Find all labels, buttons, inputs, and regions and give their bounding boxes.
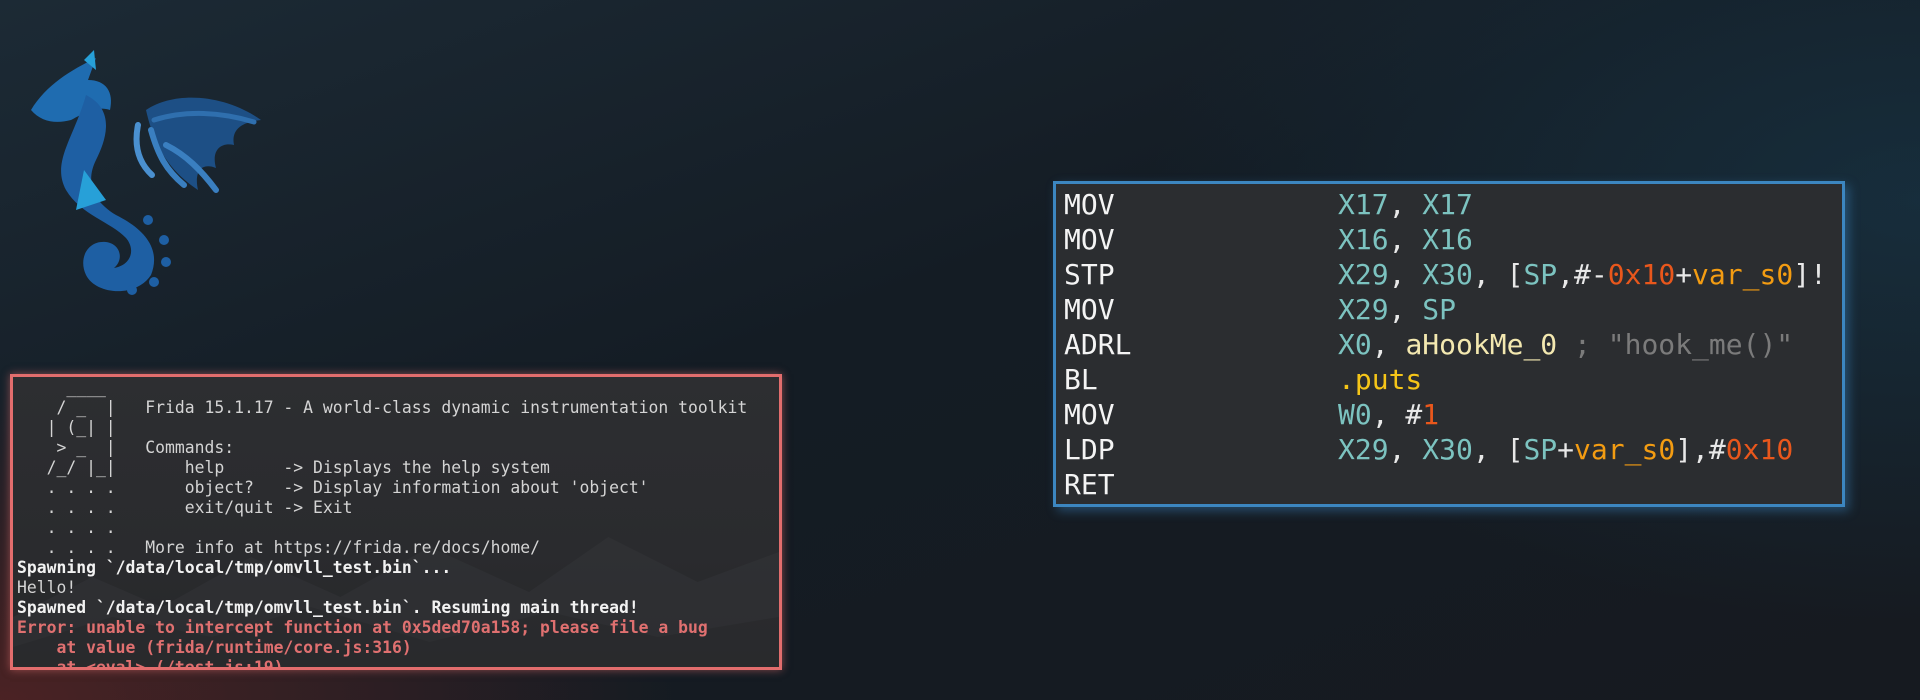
mnemonic: MOV [1064, 188, 1115, 221]
operand-token-punc: ]! [1793, 258, 1827, 291]
operand-token-punc: ],# [1675, 433, 1726, 466]
operand-token-comment: ; "hook_me()" [1557, 328, 1794, 361]
operand-token-punc: , [1371, 328, 1406, 361]
operand-token-punc: , [1388, 293, 1423, 326]
operand-token-punc: , # [1371, 398, 1423, 431]
dragon-logo-icon [31, 50, 261, 295]
terminal-line: / _ | Frida 15.1.17 - A world-class dyna… [17, 398, 748, 417]
operands: X17, X17 [1338, 187, 1473, 222]
operand-token-num: 0x10 [1607, 258, 1676, 291]
operands: .puts [1338, 362, 1422, 397]
operand-token-var: var_s0 [1574, 433, 1676, 466]
operand-token-num: 1 [1422, 398, 1440, 431]
operand-token-reg: X30 [1422, 433, 1473, 466]
mnemonic: ADRL [1064, 328, 1132, 361]
operand-token-label: aHookMe_0 [1405, 328, 1558, 361]
mnemonic: LDP [1064, 433, 1115, 466]
terminal-line: Hello! [17, 578, 77, 597]
operand-token-punc: , [1388, 258, 1423, 291]
terminal-line: . . . . object? -> Display information a… [17, 478, 649, 497]
operands: W0, #1 [1338, 397, 1439, 432]
mnemonic: MOV [1064, 293, 1115, 326]
terminal-line: Spawned `/data/local/tmp/omvll_test.bin`… [17, 598, 639, 617]
frida-terminal[interactable]: ____ / _ | Frida 15.1.17 - A world-class… [10, 374, 782, 670]
terminal-line: ____ [17, 378, 106, 397]
operand-token-reg: X29 [1338, 433, 1389, 466]
operand-token-punc: + [1675, 258, 1693, 291]
operand-token-punc: , [ [1472, 433, 1524, 466]
operand-token-reg: X16 [1422, 223, 1473, 256]
operand-token-func: .puts [1338, 363, 1423, 396]
terminal-line: . . . . More info at https://frida.re/do… [17, 538, 541, 557]
terminal-line: > _ | Commands: [17, 438, 235, 457]
mnemonic: RET [1064, 468, 1115, 501]
operand-token-punc: , [ [1472, 258, 1524, 291]
operands: X29, SP [1338, 292, 1456, 327]
operand-token-reg: SP [1523, 433, 1558, 466]
operand-token-reg: X17 [1338, 188, 1389, 221]
operand-token-reg: X29 [1338, 258, 1389, 291]
terminal-line: /_/ |_| help -> Displays the help system [17, 458, 550, 477]
terminal-line: | (_| | [17, 418, 116, 437]
terminal-line: at value (frida/runtime/core.js:316) [17, 638, 412, 657]
operand-token-punc: , [1388, 433, 1423, 466]
operand-token-reg: X17 [1422, 188, 1473, 221]
operand-token-punc: , [1388, 188, 1423, 221]
terminal-line: . . . . exit/quit -> Exit [17, 498, 353, 517]
operand-token-punc: ,#- [1557, 258, 1608, 291]
operands: X29, X30, [SP+var_s0],#0x10 [1338, 432, 1793, 467]
terminal-line: Spawning `/data/local/tmp/omvll_test.bin… [17, 558, 452, 577]
operands: X29, X30, [SP,#-0x10+var_s0]! [1338, 257, 1827, 292]
terminal-line: . . . . [17, 518, 116, 537]
operand-token-num: 0x10 [1725, 433, 1794, 466]
operand-token-reg: SP [1422, 293, 1457, 326]
operands: X0, aHookMe_0 ; "hook_me()" [1338, 327, 1793, 362]
mnemonic: MOV [1064, 398, 1115, 431]
operand-token-punc: + [1557, 433, 1575, 466]
operand-token-var: var_s0 [1692, 258, 1794, 291]
operand-token-reg: X30 [1422, 258, 1473, 291]
operand-token-reg: SP [1523, 258, 1558, 291]
mnemonic: MOV [1064, 223, 1115, 256]
operand-token-reg: X29 [1338, 293, 1389, 326]
terminal-line: at <eval> (/test.js:19) [17, 658, 284, 670]
disassembly-panel: MOV X17, X17 MOV X16, X16 STP X29, X30, [SP,#… [1053, 181, 1845, 507]
operand-token-reg: X0 [1338, 328, 1372, 361]
operand-token-reg: X16 [1338, 223, 1389, 256]
terminal-line: Error: unable to intercept function at 0… [17, 618, 708, 637]
operands: X16, X16 [1338, 222, 1473, 257]
operand-token-reg: W0 [1338, 398, 1372, 431]
mnemonic: STP [1064, 258, 1115, 291]
mnemonic: BL [1064, 363, 1098, 396]
operand-token-punc: , [1388, 223, 1423, 256]
